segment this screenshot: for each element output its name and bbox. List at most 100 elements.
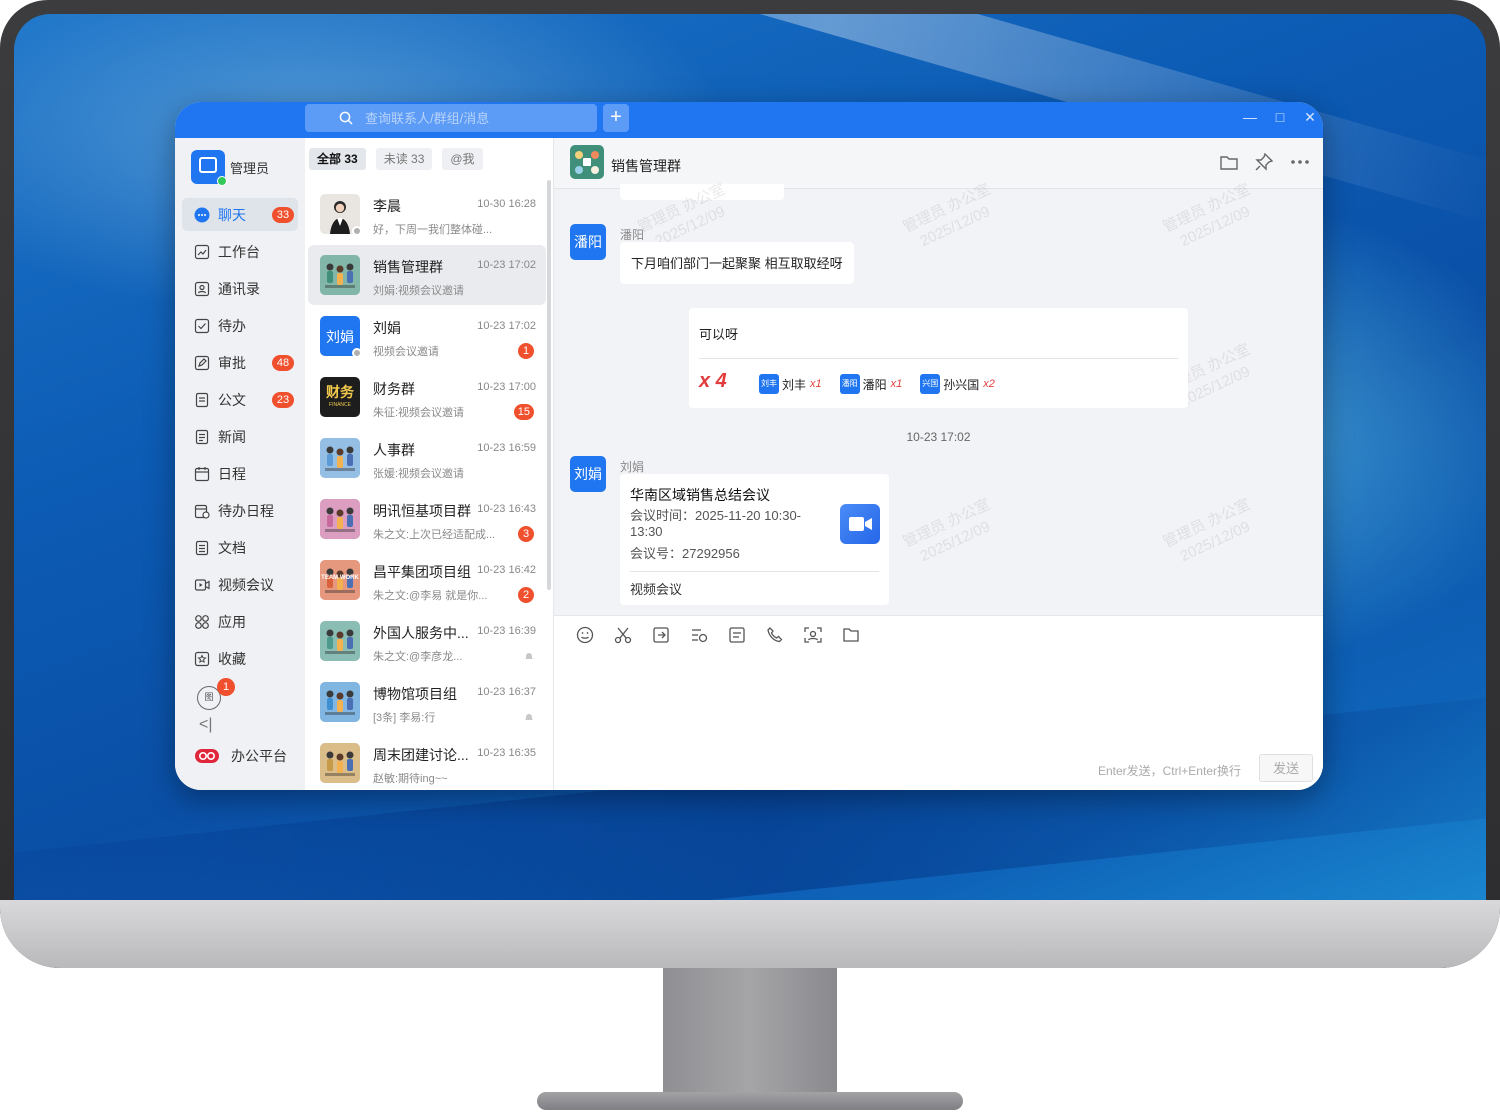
conversation-preview: 刘娟:视频会议邀请 [373,285,465,297]
chat-app-window: + — □ ✕ 管理员 聊天33 工作台通讯录待办审批48 公文23 新闻日程待办日程… [175,102,1323,790]
chat-panel: 销售管理群 管理员 办公室 2025/12/09 管理员 办公室 2025/12/0… [554,138,1323,790]
sidebar-item-4[interactable]: 审批 48 [182,346,298,379]
search-input[interactable] [363,109,567,127]
conversation-time: 10-23 16:37 [477,686,536,698]
conversation-item[interactable]: 周末团建讨论... 10-23 16:35 赵敏:期待ing~~ [308,733,546,790]
reaction-chip[interactable]: 潘阳 潘阳 x1 [839,374,903,394]
list-scrollbar[interactable] [547,180,551,590]
minimize-button[interactable]: — [1240,109,1260,125]
document-icon [194,392,210,408]
unread-badge: 15 [513,404,534,420]
sidebar-item-7[interactable]: 日程 [182,457,298,490]
sender-avatar[interactable]: 刘娟 [570,456,606,492]
folder-icon[interactable] [1219,152,1241,174]
conversation-list: 全部 33 未读 33 @我 李晨 10-30 16:28 好，下周一我们整体碰... 销… [305,138,554,790]
sidebar-item-5[interactable]: 公文 23 [182,383,298,416]
unread-badge: 23 [272,392,294,408]
avatar-text: 财务 [326,384,354,400]
tab-0[interactable]: 全部 33 [309,148,366,170]
video-icon [194,577,210,593]
close-button[interactable]: ✕ [1300,109,1320,126]
unread-badge: 33 [272,207,294,223]
compose-area[interactable]: Enter发送，Ctrl+Enter换行 发送 [554,615,1323,790]
time-divider: 10-23 17:02 [906,430,971,444]
maximize-button[interactable]: □ [1270,109,1290,125]
unread-badge: 3 [518,526,534,542]
tab-2[interactable]: @我 [442,148,483,170]
folder-icon[interactable] [840,624,862,646]
avatar-subtext: FINANCE [329,402,351,408]
chat-icon [194,207,210,223]
note-icon[interactable] [726,624,748,646]
conversation-time: 10-23 17:02 [477,259,536,271]
conversation-preview: 朱之文:上次已经适配成... [373,529,496,541]
conversation-avatar [320,682,360,722]
approval-icon [194,355,210,371]
collapse-sidebar-icon[interactable]: <| [199,716,213,734]
sidebar-item-label: 应用 [218,613,246,630]
workbench-icon [194,244,210,260]
conversation-preview: 朱之文:@李彦龙... [373,651,463,663]
group-avatar[interactable] [570,145,604,179]
sidebar-item-0[interactable]: 聊天 33 [182,198,298,231]
conversation-time: 10-23 16:59 [477,442,536,454]
reaction-count: x1 [890,378,903,390]
monitor-chin [0,900,1500,968]
sender-avatar[interactable]: 潘阳 [570,224,606,260]
sidebar-item-12[interactable]: 收藏 [182,642,298,675]
meeting-time: 会议时间：2025-11-20 10:30- [630,508,802,523]
conversation-item[interactable]: 财务 FINANCE 财务群 10-23 17:00 朱征:视频会议邀请 15 [308,367,546,427]
send-button[interactable]: 发送 [1259,754,1313,782]
sidebar-item-2[interactable]: 通讯录 [182,272,298,305]
sidebar-item-1[interactable]: 工作台 [182,235,298,268]
conversation-item[interactable]: 外国人服务中... 10-23 16:39 朱之文:@李彦龙... [308,611,546,671]
reply-message-bubble[interactable]: 可以呀 x 4 刘丰 刘丰 x1 潘阳 潘阳 x1 兴国 孙兴国 x2 [689,308,1188,408]
conversation-item[interactable]: 人事群 10-23 16:59 张媛:视频会议邀请 [308,428,546,488]
screen-share-icon[interactable] [802,624,824,646]
sidebar-item-11[interactable]: 应用 [182,605,298,638]
apps-icon [194,614,210,630]
conversation-time: 10-23 16:39 [477,625,536,637]
meeting-title: 华南区域销售总结会议 [630,487,770,503]
history-icon[interactable] [688,624,710,646]
meeting-card[interactable]: 华南区域销售总结会议 会议时间：2025-11-20 10:30- 13:30 … [620,474,889,605]
conversation-item[interactable]: 李晨 10-30 16:28 好，下周一我们整体碰... [308,184,546,244]
divider [699,358,1178,359]
app-logo[interactable] [191,150,227,186]
conversation-item[interactable]: 刘娟 刘娟 10-23 17:02 视频会议邀请 1 [308,306,546,366]
office-platform-link[interactable]: 办公平台 [195,746,287,766]
sidebar-item-9[interactable]: 文档 [182,531,298,564]
more-icon[interactable] [1289,152,1311,174]
compose-toolbar [574,624,878,646]
sender-name: 刘娟 [620,460,645,474]
reaction-chip[interactable]: 兴国 孙兴国 x2 [920,374,995,394]
search-box[interactable] [305,104,597,132]
message-bubble[interactable]: 下月咱们部门一起聚聚 相互取取经呀 [620,242,854,284]
conversation-item[interactable]: 博物馆项目组 10-23 16:37 [3条] 李易:行 [308,672,546,732]
add-button[interactable]: + [603,104,629,132]
emoji-icon[interactable] [574,624,596,646]
sidebar-item-label: 收藏 [218,650,246,667]
presence-dot [352,226,362,236]
sidebar-item-10[interactable]: 视频会议 [182,568,298,601]
conversation-avatar [320,743,360,783]
reaction-total: x 4 [699,370,727,392]
conversation-item[interactable]: TEAM WORK 昌平集团项目组 10-23 16:42 朱之文:@李易 就是你..… [308,550,546,610]
video-meeting-icon[interactable] [840,504,880,544]
sidebar-item-3[interactable]: 待办 [182,309,298,342]
conversation-item[interactable]: 销售管理群 10-23 17:02 刘娟:视频会议邀请 [308,245,546,305]
sidebar-item-6[interactable]: 新闻 [182,420,298,453]
conversation-item[interactable]: 明讯恒基项目群 10-23 16:43 朱之文:上次已经适配成... 3 [308,489,546,549]
conversation-preview: 朱征:视频会议邀请 [373,407,465,419]
share-icon[interactable] [650,624,672,646]
conversation-name: 昌平集团项目组 [373,564,471,580]
sidebar-item-label: 视频会议 [218,576,274,593]
scissors-icon[interactable] [612,624,634,646]
pin-icon[interactable] [1254,152,1276,174]
sidebar-item-8[interactable]: 待办日程 [182,494,298,527]
reaction-chip[interactable]: 刘丰 刘丰 x1 [759,374,822,394]
tab-1[interactable]: 未读 33 [375,148,433,170]
call-icon[interactable] [764,624,786,646]
mute-bell-icon [524,651,534,664]
user-name[interactable]: 管理员 [230,158,269,177]
